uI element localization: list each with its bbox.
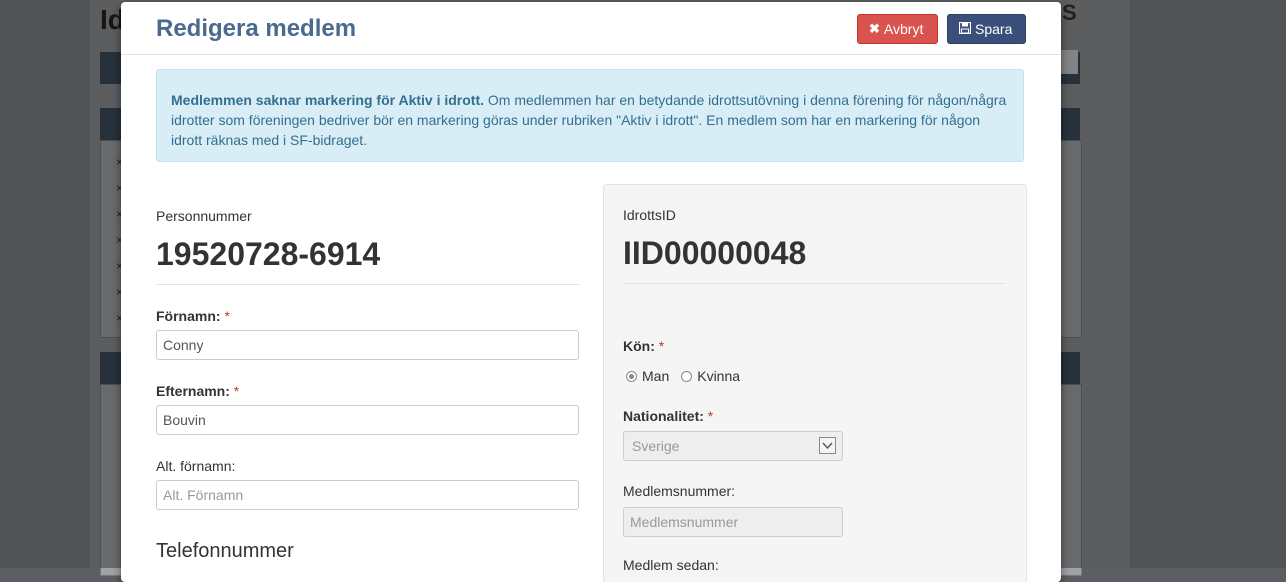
idrottsid-value: IID00000048 xyxy=(623,235,807,271)
alert-bold-text: Medlemmen saknar markering för Aktiv i i… xyxy=(171,92,485,108)
cancel-button-label: Avbryt xyxy=(883,21,924,37)
efternamn-label: Efternamn: * xyxy=(156,383,240,399)
required-marker: * xyxy=(233,383,240,399)
required-marker: * xyxy=(658,338,665,354)
divider xyxy=(156,284,579,285)
info-alert: Medlemmen saknar markering för Aktiv i i… xyxy=(156,69,1024,162)
right-column: IdrottsID IID00000048 Kön: * Man Kvinna … xyxy=(603,184,1027,582)
alt-fornamn-label: Alt. förnamn: xyxy=(156,458,236,474)
cancel-button[interactable]: ✖ Avbryt xyxy=(857,14,938,44)
kon-label: Kön: * xyxy=(623,338,665,354)
medlemsnummer-input xyxy=(623,507,843,537)
medlemsnummer-label: Medlemsnummer: xyxy=(623,483,736,499)
fornamn-label: Förnamn: * xyxy=(156,308,230,324)
personnummer-value: 19520728-6914 xyxy=(156,236,381,272)
personnummer-label: Personnummer xyxy=(156,208,252,224)
radio-kvinna[interactable] xyxy=(681,370,693,382)
medlem-sedan-label: Medlem sedan: xyxy=(623,557,719,573)
edit-member-modal: Redigera medlem ✖ Avbryt Spara Medlemmen… xyxy=(121,2,1061,582)
save-button[interactable]: Spara xyxy=(947,14,1026,44)
save-button-label: Spara xyxy=(975,21,1013,37)
nationalitet-select[interactable]: Sverige xyxy=(623,431,843,461)
kon-option-man[interactable]: Man xyxy=(626,368,669,384)
alt-fornamn-input[interactable] xyxy=(156,480,579,510)
modal-header: Redigera medlem ✖ Avbryt Spara xyxy=(121,2,1061,55)
divider xyxy=(623,283,1005,284)
close-icon: ✖ xyxy=(869,21,880,36)
modal-title: Redigera medlem xyxy=(156,15,357,42)
telefonnummer-heading: Telefonnummer xyxy=(156,540,294,562)
nationalitet-value: Sverige xyxy=(632,438,680,454)
required-marker: * xyxy=(707,408,714,424)
chevron-down-icon xyxy=(819,437,836,454)
kon-option-kvinna[interactable]: Kvinna xyxy=(681,368,740,384)
idrottsid-label: IdrottsID xyxy=(623,207,676,223)
radio-man[interactable] xyxy=(626,370,637,382)
save-icon xyxy=(958,21,972,37)
nationalitet-label: Nationalitet: * xyxy=(623,408,714,424)
required-marker: * xyxy=(224,308,230,324)
fornamn-input[interactable] xyxy=(156,330,579,360)
efternamn-input[interactable] xyxy=(156,405,579,435)
kon-radio-group: Man Kvinna xyxy=(626,368,740,384)
